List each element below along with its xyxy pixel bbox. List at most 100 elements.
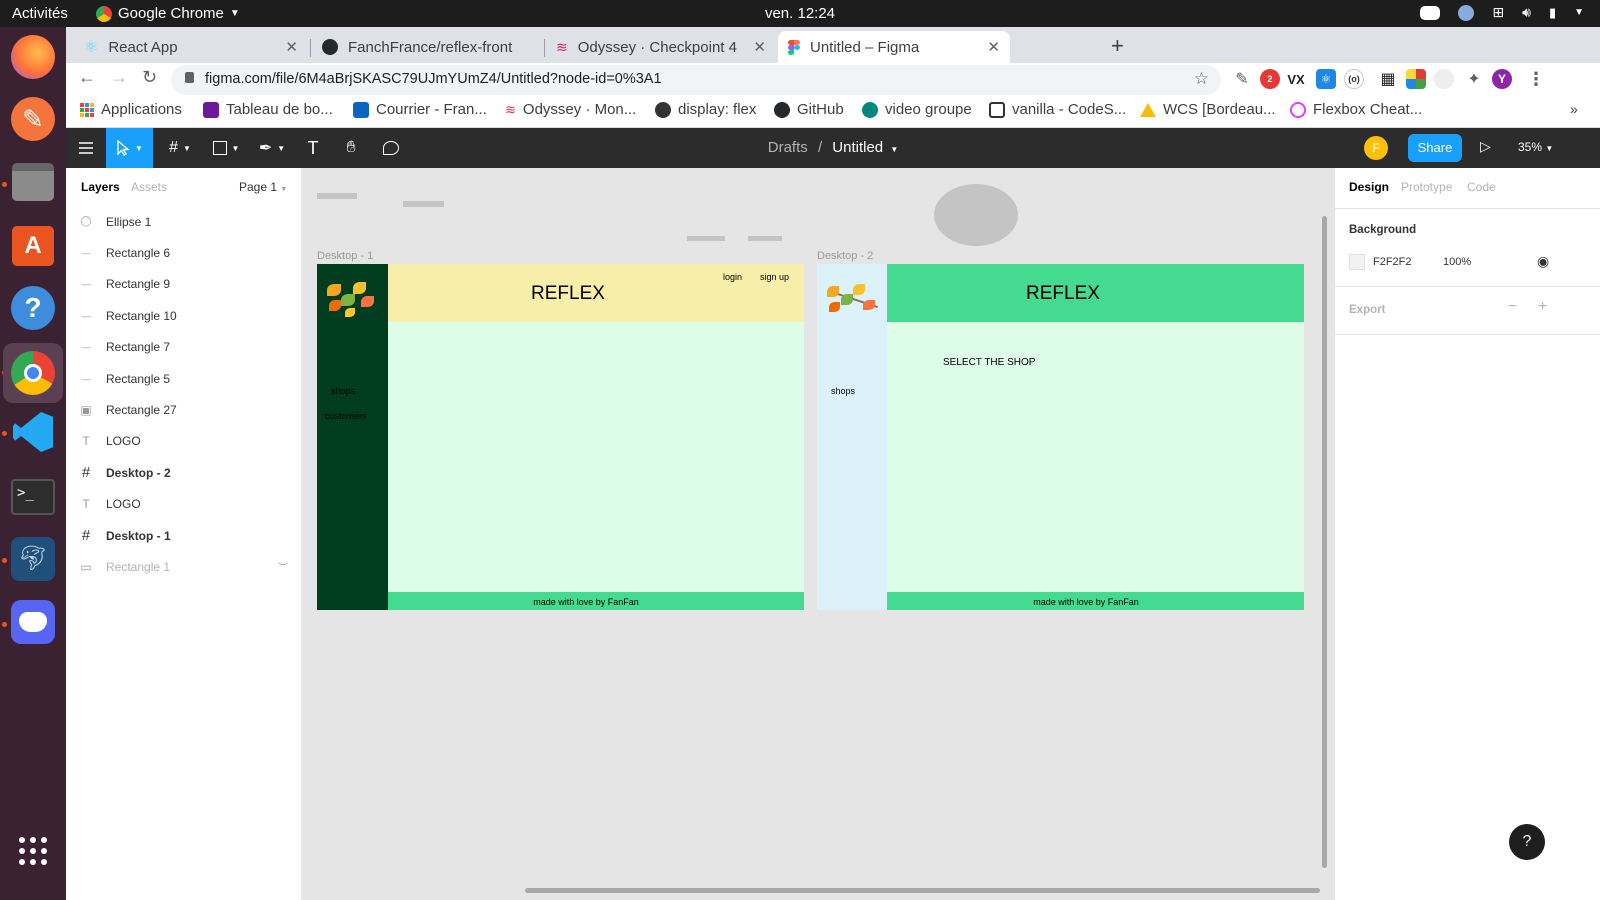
files-icon[interactable] [9, 158, 57, 206]
show-apps-icon[interactable] [9, 827, 57, 875]
rectangle-9[interactable] [403, 201, 444, 207]
back-icon[interactable]: ← [78, 67, 96, 88]
bookmark-star-icon[interactable]: ☆ [1194, 69, 1209, 89]
discord-icon[interactable] [9, 598, 57, 646]
bookmark-display-flex[interactable]: display: flex [655, 101, 756, 118]
discord-tray-icon[interactable] [1420, 5, 1441, 20]
zoom-dropdown[interactable]: 35% ▼ [1518, 140, 1553, 154]
tab-layers[interactable]: Layers [81, 180, 120, 194]
user-avatar[interactable]: F [1364, 136, 1388, 160]
page-selector[interactable]: Page 1 ▼ [239, 180, 287, 194]
layer-row[interactable]: ▣ Rectangle 27 [66, 394, 302, 425]
tab-github[interactable]: FanchFrance/reflex-front [312, 31, 544, 63]
adblock-extension-icon[interactable]: 2 [1260, 69, 1280, 89]
json-viewer-icon[interactable]: (o) [1344, 69, 1364, 89]
background-opacity-input[interactable]: 100% [1443, 256, 1471, 268]
plus-icon[interactable]: + [1538, 298, 1547, 316]
tab-figma[interactable]: Untitled – Figma ✕ [778, 31, 1010, 63]
chrome-menu-icon[interactable]: ⋮ [1526, 69, 1546, 89]
desktop-1-frame[interactable]: shops customers REFLEX login sign up mad… [317, 264, 804, 610]
minus-icon[interactable]: − [1508, 298, 1517, 316]
activities-button[interactable]: Activités [12, 5, 68, 22]
weather-icon[interactable] [1458, 4, 1475, 21]
volume-icon[interactable]: 🔊︎ [1522, 4, 1531, 21]
hidden-eye-icon[interactable]: ︶ [278, 559, 288, 574]
extension-icon[interactable] [1434, 69, 1454, 89]
react-devtools-icon[interactable]: ⚛ [1316, 69, 1336, 89]
rectangle-7[interactable] [748, 236, 782, 241]
app-menu[interactable]: Google Chrome ▼ [96, 5, 240, 22]
clock[interactable]: ven. 12:24 [0, 5, 1600, 22]
address-bar[interactable]: figma.com/file/6M4aBrjSKASC79UJmYUmZ4/Un… [171, 65, 1221, 95]
software-center-icon[interactable]: A [9, 222, 57, 270]
profile-avatar[interactable]: Y [1492, 69, 1512, 89]
extensions-puzzle-icon[interactable]: ✦ [1464, 69, 1484, 89]
firefox-icon[interactable] [9, 33, 57, 81]
layer-row[interactable]: ▭ Rectangle 1 ︶ [66, 551, 302, 582]
chevron-down-icon[interactable]: ▼ [890, 145, 898, 154]
grid-extension-icon[interactable]: ▦ [1378, 69, 1398, 89]
close-icon[interactable]: ✕ [285, 38, 298, 56]
bookmark-codesandbox[interactable]: vanilla - CodeS... [989, 101, 1126, 118]
bookmark-wcs[interactable]: WCS [Bordeau... [1140, 101, 1276, 118]
layer-row[interactable]: — Rectangle 7 [66, 332, 302, 363]
figma-canvas[interactable]: Desktop - 1 shops customers REFLEX login… [302, 168, 1334, 900]
layer-row[interactable]: ◯ Ellipse 1 [66, 206, 302, 237]
eyedropper-extension-icon[interactable]: ✎ [1232, 69, 1252, 89]
mysql-workbench-icon[interactable]: 🐬︎ [9, 535, 57, 583]
forward-icon[interactable]: → [110, 67, 128, 88]
tab-code[interactable]: Code [1467, 180, 1496, 194]
help-button[interactable]: ? [1509, 824, 1545, 860]
wappalyzer-extension-icon[interactable]: VX [1286, 69, 1306, 89]
pen-tool-app-icon[interactable]: ✎ [9, 95, 57, 143]
bookmark-applications[interactable]: Applications [80, 101, 182, 118]
bookmark-flexbox-cheat[interactable]: Flexbox Cheat... [1290, 101, 1422, 118]
bookmark-github[interactable]: GitHub [774, 101, 844, 118]
close-icon[interactable]: ✕ [987, 38, 1000, 56]
ellipse-1[interactable] [934, 184, 1018, 246]
layer-row[interactable]: — Rectangle 6 [66, 237, 302, 268]
color-picker-extension-icon[interactable] [1406, 69, 1426, 89]
layer-row[interactable]: — Rectangle 10 [66, 300, 302, 331]
bookmark-video-groupe[interactable]: video groupe [862, 101, 972, 118]
breadcrumb-drafts[interactable]: Drafts [768, 139, 808, 156]
desktop-2-frame[interactable]: shops REFLEX SELECT THE SHOP made with l… [817, 264, 1304, 610]
tab-react-app[interactable]: ⚛ React App ✕ [74, 31, 308, 63]
battery-icon[interactable]: ▮ [1549, 5, 1556, 21]
layer-row[interactable]: T LOGO [66, 426, 302, 457]
eye-icon[interactable]: ◉ [1537, 253, 1549, 270]
reload-icon[interactable]: ↻ [142, 67, 157, 88]
tab-design[interactable]: Design [1349, 180, 1389, 194]
tab-odyssey[interactable]: ≋ Odyssey · Checkpoint 4 ✕ [546, 31, 776, 63]
layer-row[interactable]: — Rectangle 5 [66, 363, 302, 394]
tab-prototype[interactable]: Prototype [1401, 180, 1452, 194]
vertical-scrollbar[interactable] [1322, 216, 1327, 868]
help-icon[interactable]: ? [9, 284, 57, 332]
file-name[interactable]: Untitled [832, 139, 883, 156]
bookmark-courrier[interactable]: Courrier - Fran... [353, 101, 487, 118]
background-hex-input[interactable]: F2F2F2 [1373, 256, 1412, 268]
present-play-icon[interactable]: ▷ [1480, 138, 1491, 155]
bookmark-tableau[interactable]: Tableau de bo... [203, 101, 333, 118]
background-swatch[interactable] [1349, 254, 1365, 270]
tab-assets[interactable]: Assets [131, 180, 167, 194]
rectangle-6[interactable] [317, 193, 357, 199]
more-bookmarks-icon[interactable]: » [1570, 101, 1578, 117]
close-icon[interactable]: ✕ [753, 38, 766, 56]
chevron-down-icon[interactable]: ▼ [1574, 7, 1584, 18]
horizontal-scrollbar[interactable] [525, 888, 1320, 893]
layer-row[interactable]: — Rectangle 9 [66, 269, 302, 300]
terminal-icon[interactable]: >_ [9, 473, 57, 521]
rectangle-10[interactable] [687, 236, 725, 241]
layer-row[interactable]: # Desktop - 1 [66, 520, 302, 551]
network-icon[interactable]: ⊞ [1492, 4, 1504, 21]
layer-row[interactable]: T LOGO [66, 489, 302, 520]
frame-label[interactable]: Desktop - 1 [317, 250, 373, 262]
vscode-icon[interactable] [9, 408, 57, 456]
frame-label[interactable]: Desktop - 2 [817, 250, 873, 262]
layer-row[interactable]: # Desktop - 2 [66, 457, 302, 488]
share-button[interactable]: Share [1408, 134, 1462, 162]
chrome-dock-icon[interactable] [3, 343, 63, 403]
new-tab-icon[interactable]: + [1111, 33, 1124, 59]
bookmark-odyssey[interactable]: ≋ Odyssey · Mon... [505, 101, 636, 118]
